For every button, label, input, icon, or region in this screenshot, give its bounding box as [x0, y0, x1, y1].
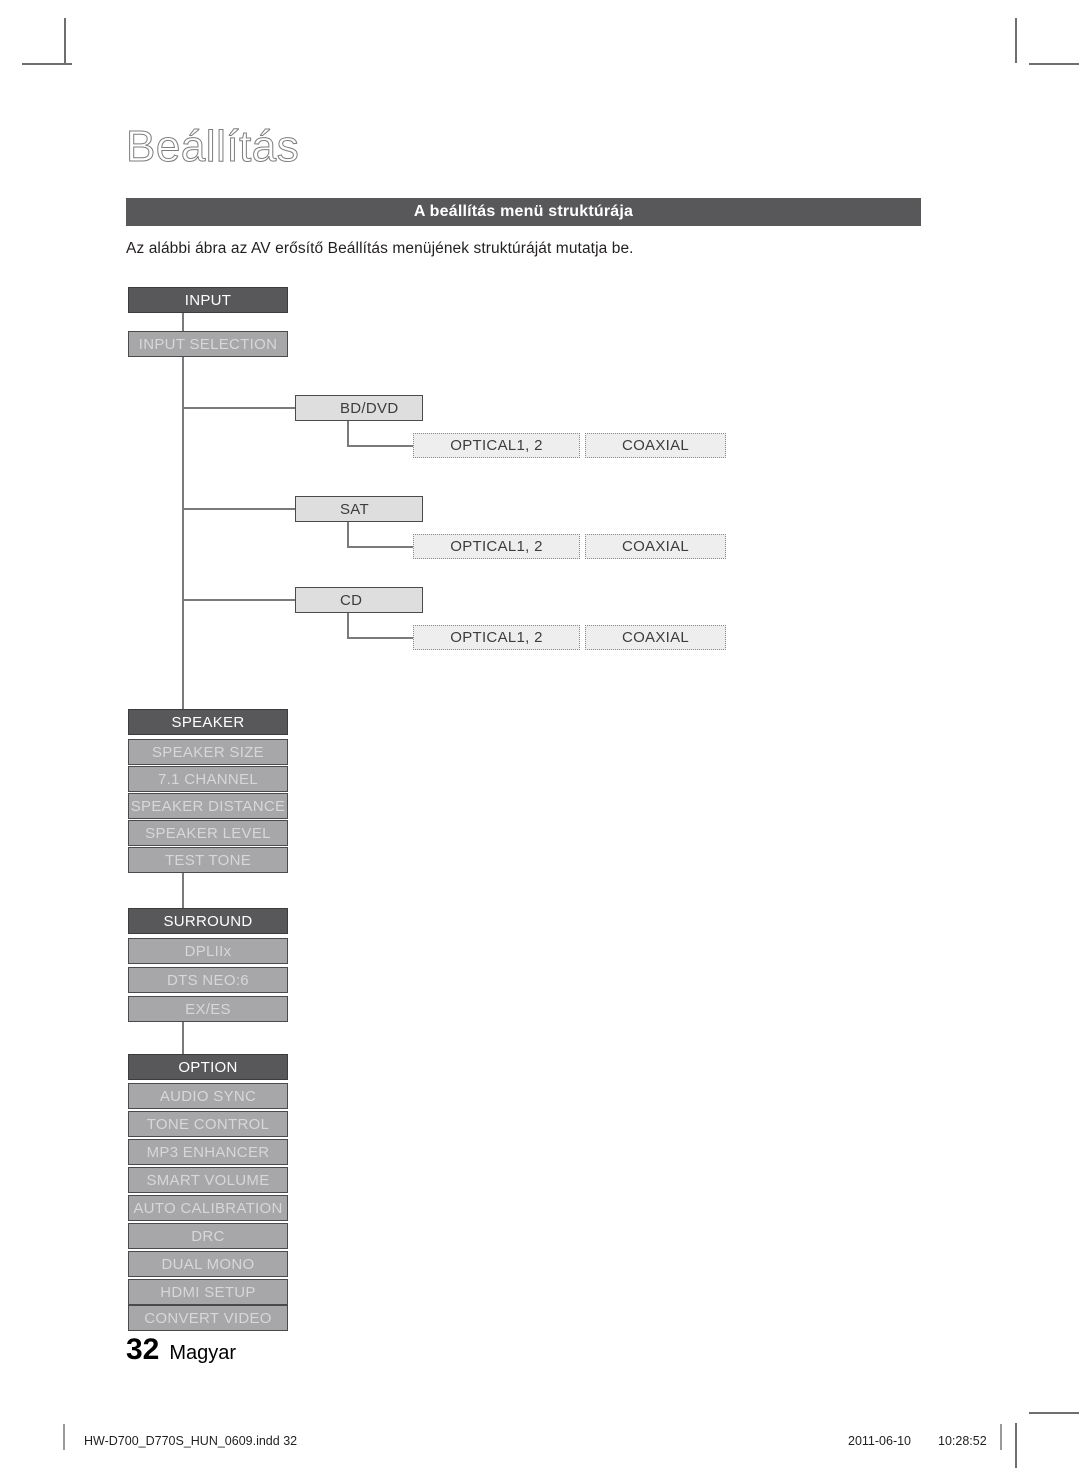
branch-line-cd-drop: [347, 613, 349, 638]
tree-node-auto-calibration[interactable]: AUTO CALIBRATION: [128, 1195, 288, 1221]
tree-node-bddvd[interactable]: BD/DVD: [295, 395, 423, 421]
folio-language: Magyar: [169, 1342, 237, 1364]
branch-line-bddvd: [182, 407, 296, 409]
tree-leaf-label: COAXIAL: [621, 437, 690, 454]
tree-leaf-label: OPTICAL1, 2: [450, 437, 543, 454]
branch-line-cd-leaf: [347, 637, 414, 639]
tree-node-label: AUTO CALIBRATION: [133, 1199, 283, 1217]
tree-node-surround-header[interactable]: SURROUND: [128, 908, 288, 934]
tree-node-convert-video[interactable]: CONVERT VIDEO: [128, 1305, 288, 1331]
tree-leaf-label: OPTICAL1, 2: [450, 629, 543, 646]
tree-leaf-bddvd-coaxial[interactable]: COAXIAL: [585, 433, 726, 458]
branch-line-cd: [182, 599, 296, 601]
tree-node-label: SURROUND: [163, 912, 253, 930]
manual-page: Beállítás A beállítás menü struktúrája A…: [0, 0, 1080, 1479]
tree-node-label: BD/DVD: [340, 399, 399, 417]
tree-leaf-sat-coaxial[interactable]: COAXIAL: [585, 534, 726, 559]
setup-menu-tree-diagram: INPUT INPUT SELECTION BD/DVD OPTICAL1, 2…: [0, 0, 1080, 1479]
tree-node-dpliix[interactable]: DPLIIx: [128, 938, 288, 964]
tree-node-ex-es[interactable]: EX/ES: [128, 996, 288, 1022]
tree-node-dual-mono[interactable]: DUAL MONO: [128, 1251, 288, 1277]
trunk-line-surround-option: [182, 1022, 184, 1054]
tree-node-label: DRC: [191, 1227, 225, 1245]
tree-node-label: MP3 ENHANCER: [146, 1143, 270, 1161]
tree-node-label: INPUT: [184, 291, 232, 309]
tree-node-mp3-enhancer[interactable]: MP3 ENHANCER: [128, 1139, 288, 1165]
tree-node-audio-sync[interactable]: AUDIO SYNC: [128, 1083, 288, 1109]
tree-node-label: SPEAKER: [171, 713, 245, 731]
tree-leaf-bddvd-optical[interactable]: OPTICAL1, 2: [413, 433, 580, 458]
branch-line-sat: [182, 508, 296, 510]
tree-node-hdmi-setup[interactable]: HDMI SETUP: [128, 1279, 288, 1305]
branch-line-sat-leaf: [347, 546, 414, 548]
page-folio: 32 Magyar: [126, 1333, 236, 1367]
tree-node-label: SPEAKER SIZE: [152, 743, 264, 761]
tree-node-label: SAT: [340, 500, 369, 518]
tree-leaf-label: COAXIAL: [621, 629, 690, 646]
tree-node-tone-control[interactable]: TONE CONTROL: [128, 1111, 288, 1137]
tree-leaf-label: OPTICAL1, 2: [450, 538, 543, 555]
folio-number: 32: [126, 1333, 160, 1366]
footer-rule-left: [63, 1424, 65, 1450]
tree-node-71-channel[interactable]: 7.1 CHANNEL: [128, 766, 288, 792]
tree-node-label: AUDIO SYNC: [159, 1087, 257, 1105]
tree-node-label: TEST TONE: [164, 851, 252, 869]
tree-node-label: DTS NEO:6: [167, 971, 249, 989]
tree-node-label: CD: [340, 591, 363, 609]
tree-node-speaker-size[interactable]: SPEAKER SIZE: [128, 739, 288, 765]
tree-node-label: TONE CONTROL: [146, 1115, 270, 1133]
tree-node-label: DPLIIx: [184, 942, 232, 960]
tree-leaf-label: COAXIAL: [621, 538, 690, 555]
tree-node-label: DUAL MONO: [161, 1255, 255, 1273]
tree-leaf-sat-optical[interactable]: OPTICAL1, 2: [413, 534, 580, 559]
tree-node-sat[interactable]: SAT: [295, 496, 423, 522]
tree-node-speaker-header[interactable]: SPEAKER: [128, 709, 288, 735]
branch-line-sat-drop: [347, 522, 349, 547]
tree-node-label: 7.1 CHANNEL: [157, 770, 258, 788]
tree-node-label: SPEAKER DISTANCE: [130, 797, 286, 815]
tree-leaf-cd-optical[interactable]: OPTICAL1, 2: [413, 625, 580, 650]
tree-node-test-tone[interactable]: TEST TONE: [128, 847, 288, 873]
tree-node-dts-neo6[interactable]: DTS NEO:6: [128, 967, 288, 993]
tree-node-option-header[interactable]: OPTION: [128, 1054, 288, 1080]
trunk-line-speaker-surround: [182, 873, 184, 908]
tree-node-input-selection[interactable]: INPUT SELECTION: [128, 331, 288, 357]
tree-node-speaker-distance[interactable]: SPEAKER DISTANCE: [128, 793, 288, 819]
trunk-line-main: [182, 357, 184, 712]
imprint-time: 10:28:52: [938, 1434, 987, 1448]
branch-line-bddvd-leaf: [347, 445, 414, 447]
tree-node-smart-volume[interactable]: SMART VOLUME: [128, 1167, 288, 1193]
tree-node-label: EX/ES: [185, 1000, 231, 1018]
tree-node-label: SMART VOLUME: [146, 1171, 270, 1189]
tree-leaf-cd-coaxial[interactable]: COAXIAL: [585, 625, 726, 650]
branch-line-bddvd-drop: [347, 421, 349, 446]
tree-node-label: SPEAKER LEVEL: [145, 824, 271, 842]
tree-node-label: CONVERT VIDEO: [144, 1309, 272, 1327]
footer-rule-right: [1000, 1424, 1002, 1450]
tree-node-speaker-level[interactable]: SPEAKER LEVEL: [128, 820, 288, 846]
imprint-date: 2011-06-10: [848, 1434, 912, 1448]
tree-node-cd[interactable]: CD: [295, 587, 423, 613]
tree-node-label: OPTION: [178, 1058, 238, 1076]
tree-node-input-header[interactable]: INPUT: [128, 287, 288, 313]
tree-node-label: HDMI SETUP: [160, 1283, 256, 1301]
imprint-filename: HW-D700_D770S_HUN_0609.indd 32: [84, 1434, 298, 1448]
tree-node-drc[interactable]: DRC: [128, 1223, 288, 1249]
tree-node-label: INPUT SELECTION: [138, 335, 278, 353]
